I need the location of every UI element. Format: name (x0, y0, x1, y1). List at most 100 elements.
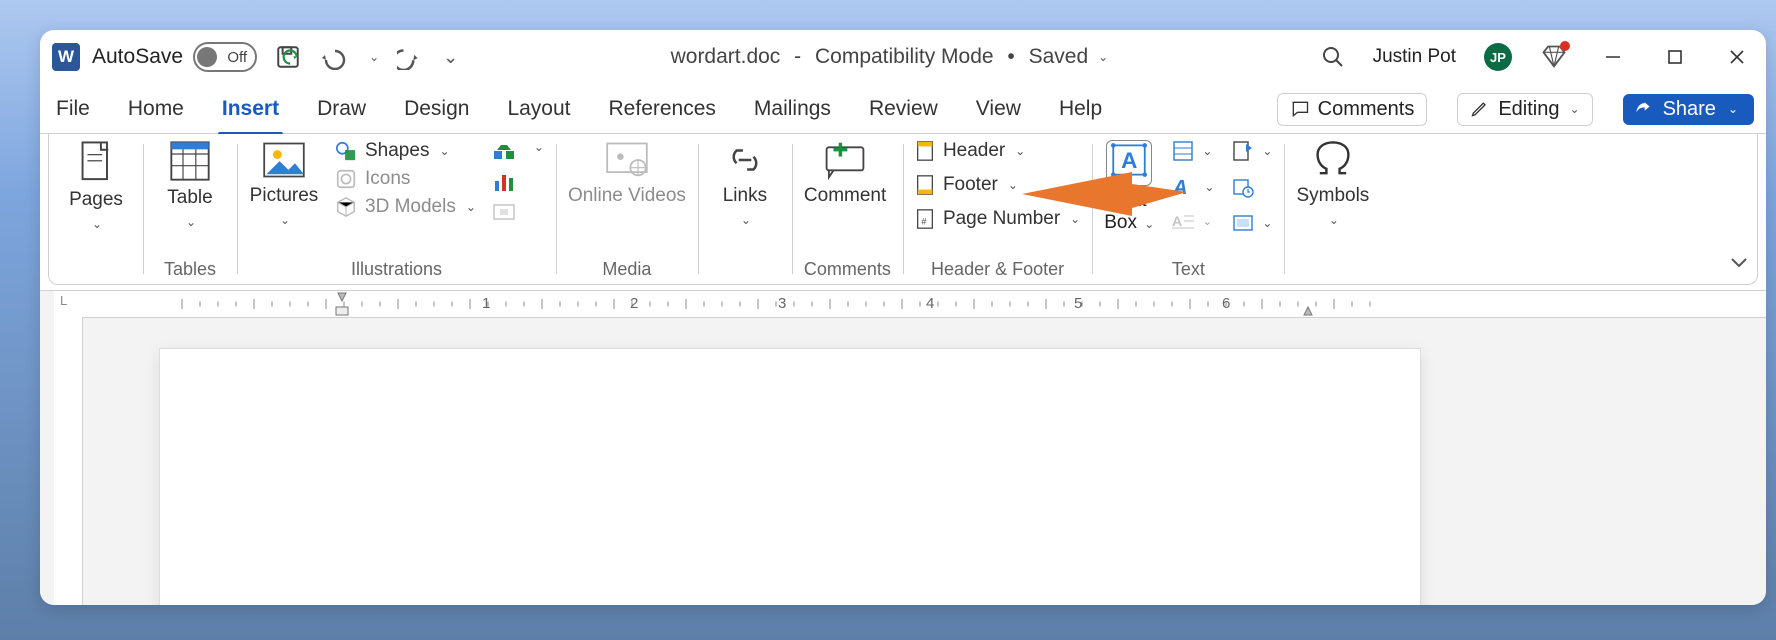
tab-home[interactable]: Home (124, 93, 188, 125)
redo-icon[interactable] (397, 44, 423, 70)
ruler-mark: 5 (1074, 295, 1082, 312)
svg-text:A: A (1121, 148, 1137, 173)
chevron-down-icon: ⌄ (1008, 178, 1018, 192)
wordart-button[interactable]: A ⌄ (1172, 176, 1214, 198)
group-caption: Tables (155, 257, 225, 280)
icons-button[interactable]: Icons (335, 168, 476, 190)
footer-icon (915, 174, 935, 196)
tab-review[interactable]: Review (865, 93, 942, 125)
search-icon[interactable] (1321, 45, 1345, 69)
avatar[interactable]: JP (1484, 43, 1512, 71)
app-window: W AutoSave Off ⌄ ⌄ wordart.doc - Com (40, 30, 1766, 605)
group-comments: Comment Comments (792, 134, 903, 284)
links-button[interactable]: Links ⌄ (710, 140, 780, 227)
icons-icon (335, 168, 357, 190)
document-filename: wordart.doc (671, 45, 781, 69)
title-dropdown-icon[interactable]: ⌄ (1098, 50, 1108, 64)
object-icon (1232, 212, 1254, 234)
screenshot-button[interactable] (492, 200, 516, 224)
share-icon (1633, 99, 1653, 119)
chevron-down-icon: ⌄ (92, 217, 102, 231)
chevron-down-icon: ⌄ (1728, 102, 1738, 116)
quick-parts-icon (1172, 140, 1194, 162)
group-symbols: Symbols ⌄ (1284, 134, 1381, 284)
group-text: A TextText BoxBox ⌄ ⌄ A ⌄ A ⌄ (1092, 134, 1284, 284)
chevron-down-icon: ⌄ (186, 215, 196, 229)
toggle-knob (197, 47, 217, 67)
footer-button[interactable]: Footer⌄ (915, 174, 1080, 196)
smartart-button[interactable] (492, 140, 516, 164)
tab-view[interactable]: View (972, 93, 1025, 125)
3d-models-button[interactable]: 3D Models⌄ (335, 196, 476, 218)
tab-design[interactable]: Design (400, 93, 473, 125)
diamond-icon[interactable] (1540, 43, 1568, 71)
group-caption: Illustrations (249, 257, 544, 280)
tab-mailings[interactable]: Mailings (750, 93, 835, 125)
page-number-button[interactable]: # Page Number⌄ (915, 208, 1080, 230)
drop-cap-button[interactable]: A ⌄ (1172, 212, 1214, 230)
tab-help[interactable]: Help (1055, 93, 1106, 125)
comments-button[interactable]: Comments (1277, 93, 1428, 126)
group-illustrations: Pictures ⌄ Shapes⌄ Icons 3D Models⌄ (237, 134, 556, 284)
minimize-button[interactable] (1596, 43, 1630, 71)
chevron-down-icon: ⌄ (741, 213, 751, 227)
titlebar: W AutoSave Off ⌄ ⌄ wordart.doc - Com (40, 30, 1766, 85)
chevron-down-icon: ⌄ (1204, 180, 1214, 194)
word-app-icon: W (52, 43, 80, 71)
tab-references[interactable]: References (605, 93, 720, 125)
save-icon[interactable] (275, 44, 301, 70)
close-button[interactable] (1720, 43, 1754, 71)
new-comment-button[interactable]: Comment (804, 140, 886, 207)
title-center: wordart.doc - Compatibility Mode • Saved… (470, 45, 1308, 69)
chevron-down-icon: ⌄ (1015, 144, 1025, 158)
group-links: Links ⌄ (698, 134, 792, 284)
horizontal-ruler[interactable]: 1 2 3 4 5 6 (82, 291, 1766, 318)
shapes-button[interactable]: Shapes⌄ (335, 140, 476, 162)
group-media: Online Videos Media (556, 134, 698, 284)
share-button[interactable]: Share ⌄ (1623, 94, 1754, 125)
autosave-toggle[interactable]: Off (193, 42, 257, 72)
tab-draw[interactable]: Draw (313, 93, 370, 125)
header-button[interactable]: Header⌄ (915, 140, 1080, 162)
quick-parts-button[interactable]: ⌄ (1172, 140, 1214, 162)
titlebar-right: Justin Pot JP (1321, 43, 1754, 71)
pictures-button[interactable]: Pictures ⌄ (249, 140, 319, 227)
autosave: AutoSave Off (92, 42, 257, 72)
object-button[interactable]: ⌄ (1232, 212, 1272, 234)
autosave-label: AutoSave (92, 45, 183, 69)
qat-customize-icon[interactable]: ⌄ (443, 47, 458, 68)
online-videos-button[interactable]: Online Videos (568, 140, 686, 207)
chevron-down-icon[interactable]: ⌄ (534, 140, 544, 154)
page-number-icon: # (915, 208, 935, 230)
editing-mode-button[interactable]: Editing ⌄ (1457, 93, 1592, 126)
tab-layout[interactable]: Layout (503, 93, 574, 125)
ruler-mark: 3 (778, 295, 786, 312)
text-box-button[interactable]: A TextText BoxBox ⌄ (1104, 140, 1154, 234)
svg-text:A: A (1172, 213, 1182, 229)
quick-access-toolbar: ⌄ ⌄ (275, 44, 458, 70)
table-button[interactable]: Table ⌄ (155, 140, 225, 229)
cube-icon (335, 196, 357, 218)
signature-line-button[interactable]: ⌄ (1232, 140, 1272, 162)
chevron-down-icon: ⌄ (1329, 213, 1339, 227)
document-page[interactable] (160, 349, 1420, 605)
maximize-button[interactable] (1658, 43, 1692, 71)
symbols-button[interactable]: Symbols ⌄ (1296, 140, 1369, 227)
date-time-button[interactable] (1232, 176, 1272, 198)
group-caption: Media (568, 257, 686, 280)
tab-insert[interactable]: Insert (218, 93, 283, 125)
save-state: Saved (1029, 45, 1089, 69)
pages-button[interactable]: Pages ⌄ (61, 140, 131, 231)
group-pages: Pages ⌄ (49, 134, 143, 284)
undo-icon[interactable] (319, 44, 349, 70)
svg-text:A: A (1172, 177, 1187, 198)
tab-file[interactable]: File (52, 93, 94, 125)
undo-dropdown-icon[interactable]: ⌄ (369, 50, 379, 64)
collapse-ribbon-icon[interactable] (1729, 254, 1749, 276)
svg-text:#: # (921, 217, 927, 227)
chart-button[interactable] (492, 170, 516, 194)
comment-icon (1290, 99, 1310, 119)
group-header-footer: Header⌄ Footer⌄ # Page Number⌄ Header & … (903, 134, 1092, 284)
chevron-down-icon: ⌄ (1262, 216, 1272, 230)
group-caption: Text (1104, 257, 1272, 280)
